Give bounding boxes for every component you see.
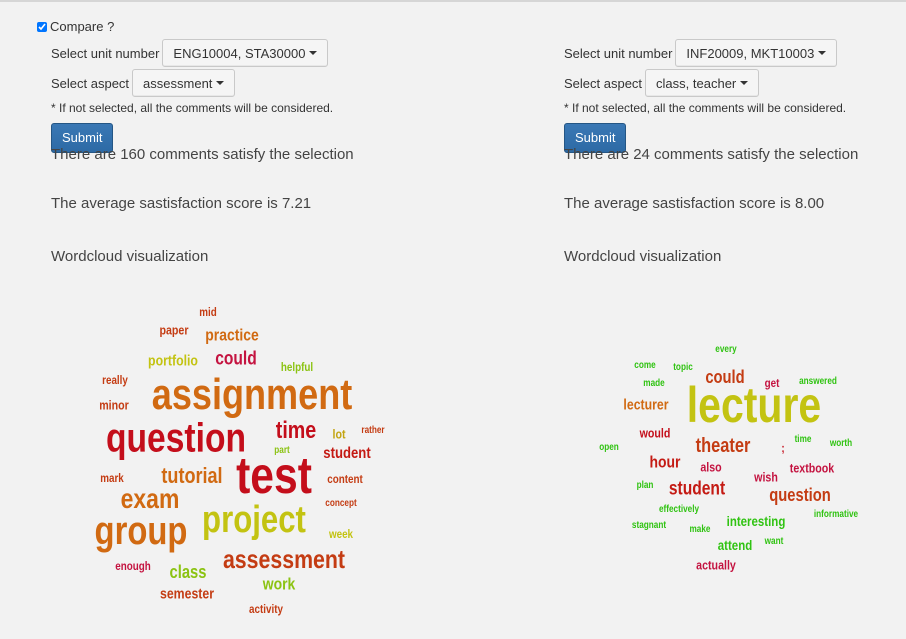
left-wordcloud-word: semester (159, 585, 215, 603)
left-wordcloud-word: mid (199, 305, 217, 319)
right-wordcloud-word: plan (636, 480, 654, 491)
left-wordcloud-word: question (105, 414, 247, 461)
right-wordcloud-word: lecture (686, 377, 822, 433)
right-wordcloud-word: interesting (726, 513, 786, 529)
left-wordcloud-word: work (262, 574, 296, 594)
left-wordcloud-word: project (202, 499, 306, 541)
right-wordcloud-word: worth (829, 438, 853, 449)
left-wordcloud-word: portfolio (148, 352, 198, 370)
left-wordcloud-word: practice (205, 325, 259, 345)
left-wordcloud-word: enough (115, 559, 151, 573)
right-wordcloud-word: topic (673, 362, 693, 373)
right-wordcloud-word: wish (754, 469, 778, 485)
right-wordcloud-word: open (599, 442, 619, 453)
right-wordcloud-word: textbook (789, 460, 835, 476)
left-wordcloud-word: class (169, 562, 207, 582)
left-wordcloud-word: group (94, 509, 188, 553)
right-wordcloud-word: also (700, 459, 722, 475)
right-wordcloud-word: come (634, 360, 656, 371)
left-wordcloud-word: rather (361, 425, 385, 436)
right-wordcloud-word: effectively (658, 504, 700, 515)
right-wordcloud-word: lecturer (623, 396, 669, 414)
right-wordcloud-word: question (769, 485, 831, 505)
right-wordcloud-word: every (715, 344, 737, 355)
left-wordcloud-word: could (215, 348, 257, 370)
right-wordcloud-word: attend (717, 537, 753, 553)
left-wordcloud-word: assessment (222, 544, 346, 574)
left-wordcloud-word: really (102, 373, 128, 387)
right-wordcloud-word: made (643, 378, 665, 389)
right-wordcloud-word: student (668, 478, 726, 500)
left-wordcloud: mid paper practice portfolio could helpful rea… (0, 0, 450, 639)
left-wordcloud-word: lot (332, 426, 346, 442)
left-wordcloud-word: paper (159, 322, 189, 338)
right-wordcloud-word: time (794, 434, 812, 445)
left-wordcloud-word: student (323, 445, 371, 462)
left-wordcloud-word: concept (325, 498, 357, 509)
right-wordcloud: every come topic could made get answered lectur… (453, 0, 906, 639)
left-wordcloud-word: minor (99, 397, 129, 413)
left-wordcloud-word: assignment (151, 370, 353, 419)
right-wordcloud-word: stagnant (631, 520, 667, 531)
left-wordcloud-word: week (328, 527, 354, 541)
right-wordcloud-word: would (639, 425, 671, 441)
right-wordcloud-word: theater (695, 435, 751, 457)
right-wordcloud-word: ; (781, 441, 785, 455)
right-wordcloud-word: actually (696, 557, 736, 573)
left-wordcloud-word: time (275, 417, 317, 444)
right-wordcloud-word: want (764, 536, 784, 547)
left-wordcloud-word: activity (249, 602, 283, 616)
left-wordcloud-word: test (236, 447, 312, 505)
left-wordcloud-word: content (327, 472, 363, 486)
right-wordcloud-word: make (689, 524, 711, 535)
right-wordcloud-word: informative (813, 509, 859, 520)
right-wordcloud-word: hour (649, 452, 681, 472)
